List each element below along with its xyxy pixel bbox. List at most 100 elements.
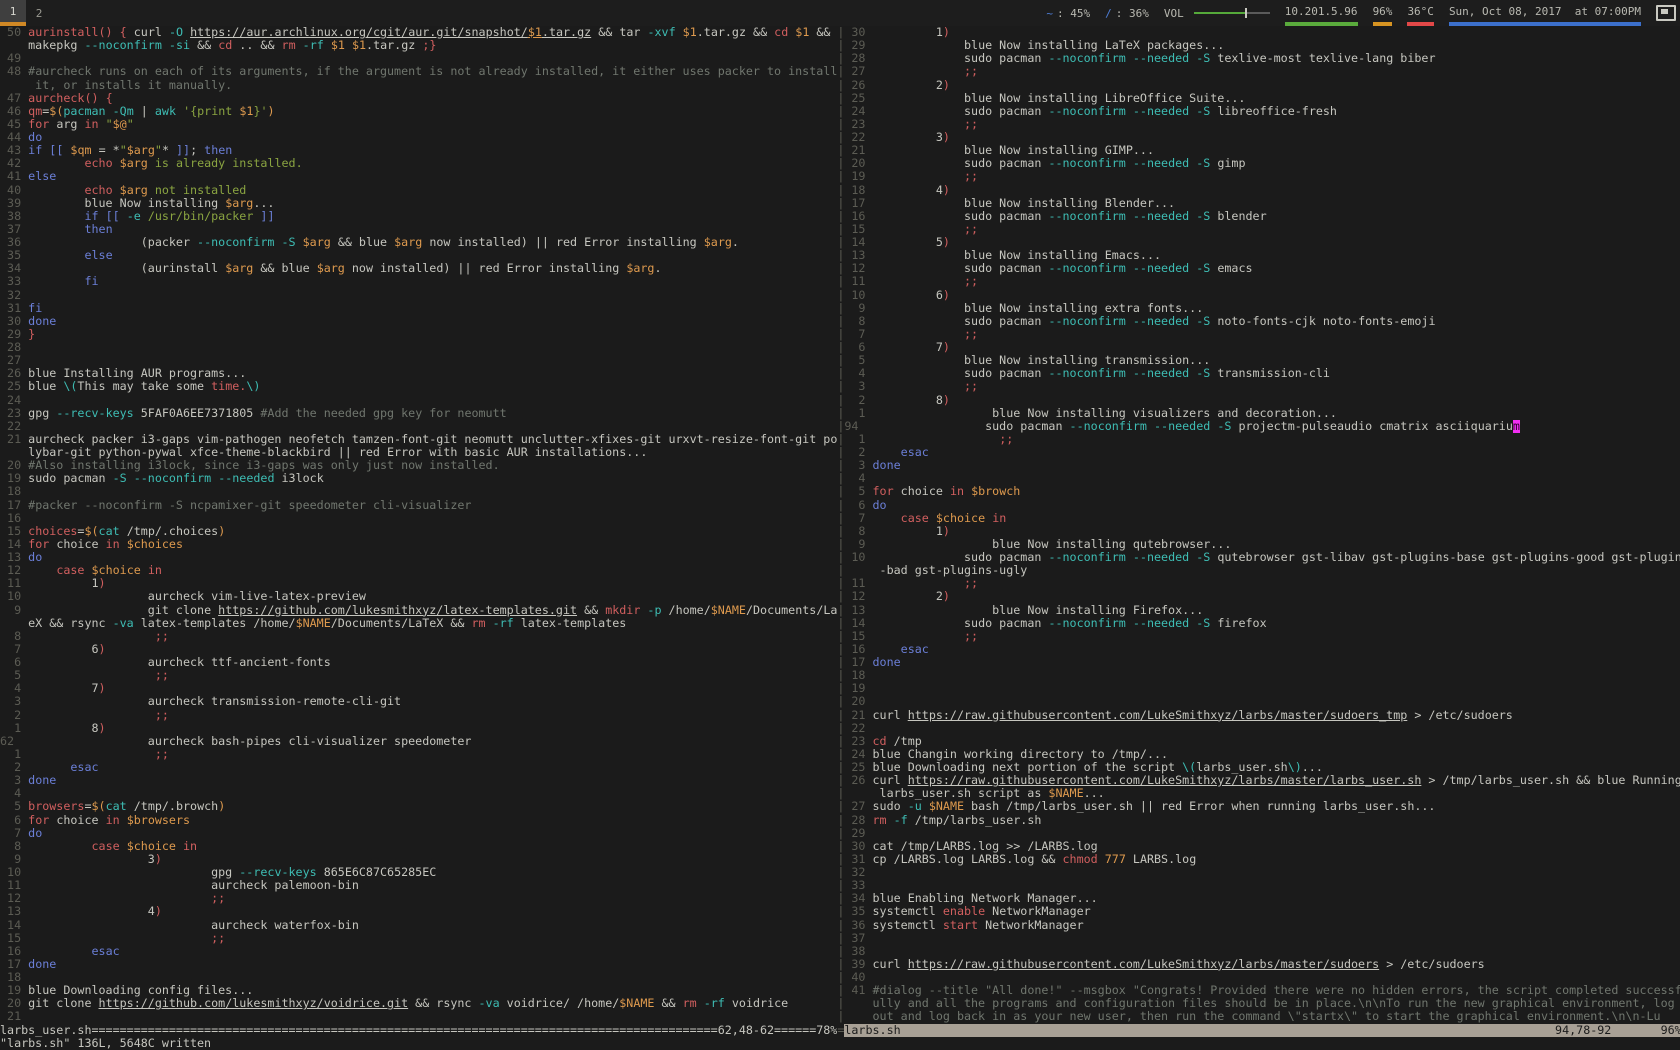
- workspace-button-1[interactable]: 1: [0, 0, 26, 26]
- split-divider: |: [837, 617, 844, 630]
- left-pane-line: 29 }: [0, 328, 837, 341]
- split-divider: |: [837, 604, 844, 617]
- volume-label: VOL: [1164, 7, 1184, 20]
- left-pane-line: 3 aurcheck transmission-remote-cli-git: [0, 695, 837, 708]
- right-pane-line: 9 blue Now installing extra fonts...: [844, 302, 1680, 315]
- code-row: 38 if [[ -e /usr/bin/packer ]]| 16 sudo …: [0, 210, 1680, 223]
- code-row: 43 if [[ $qm = *"$arg"* ]]; then| 21 blu…: [0, 144, 1680, 157]
- cpu-temperature: 36°C: [1407, 5, 1434, 18]
- right-pane-line: 19 ;;: [844, 170, 1680, 183]
- split-divider: |: [837, 525, 844, 538]
- split-divider: |: [837, 79, 844, 92]
- left-pane-line: 21 aurcheck packer i3-gaps vim-pathogen …: [0, 433, 837, 446]
- code-row: 34 (aurinstall $arg && blue $arg now ins…: [0, 262, 1680, 275]
- code-row: 21 aurcheck packer i3-gaps vim-pathogen …: [0, 433, 1680, 446]
- right-pane-line: out and log back in as your new user, th…: [844, 1010, 1680, 1023]
- code-row: 6 for choice in $browsers| 28 rm -f /tmp…: [0, 814, 1680, 827]
- right-pane-line: 23 cd /tmp: [844, 735, 1680, 748]
- right-pane-line: 39 curl https://raw.githubusercontent.co…: [844, 958, 1680, 971]
- split-divider: |: [837, 367, 844, 380]
- right-pane-line: 29: [844, 827, 1680, 840]
- code-row: 12 case $choice in| -bad gst-plugins-ugl…: [0, 564, 1680, 577]
- split-divider: |: [837, 800, 844, 813]
- split-divider: |: [837, 682, 844, 695]
- volume-slider[interactable]: [1194, 12, 1270, 14]
- left-pane-line: 8 case $choice in: [0, 840, 837, 853]
- right-pane-line: 40: [844, 971, 1680, 984]
- split-divider: |: [837, 144, 844, 157]
- split-divider: |: [837, 472, 844, 485]
- left-pane-line: 25 blue \(This may take some time.\): [0, 380, 837, 393]
- left-pane-line: 31 fi: [0, 302, 837, 315]
- split-divider: |: [837, 669, 844, 682]
- right-pane-line: 6 7): [844, 341, 1680, 354]
- date-time: Sun, Oct 08, 2017 at 07:00PM: [1449, 5, 1641, 18]
- left-pane-line: 11 1): [0, 577, 837, 590]
- split-divider: |: [837, 984, 844, 997]
- right-pane-line: 1 blue Now installing visualizers and de…: [844, 407, 1680, 420]
- split-divider: |: [837, 577, 844, 590]
- code-row: 27 | 5 blue Now installing transmission.…: [0, 354, 1680, 367]
- code-row: 17 done| 39 curl https://raw.githubuserc…: [0, 958, 1680, 971]
- split-divider: |: [837, 643, 844, 656]
- left-pane-line: 1 8): [0, 722, 837, 735]
- code-row: 23 gpg --recv-keys 5FAF0A6EE7371805 #Add…: [0, 407, 1680, 420]
- right-pane-line: 24 sudo pacman --noconfirm --needed -S l…: [844, 105, 1680, 118]
- code-row: 22 |94 sudo pacman --noconfirm --needed …: [0, 420, 1680, 433]
- code-row: 25 blue \(This may take some time.\)| 3 …: [0, 380, 1680, 393]
- left-pane-line: 10 aurcheck vim-live-latex-preview: [0, 590, 837, 603]
- volume-slider-handle[interactable]: [1245, 8, 1247, 18]
- left-pane-line: 30 done: [0, 315, 837, 328]
- split-divider: |: [837, 262, 844, 275]
- left-pane-line: 11 aurcheck palemoon-bin: [0, 879, 837, 892]
- split-divider: |: [837, 892, 844, 905]
- code-row: 9 3)| 31 cp /LARBS.log LARBS.log && chmo…: [0, 853, 1680, 866]
- split-divider: |: [837, 853, 844, 866]
- code-row: 2 ;;| 21 curl https://raw.githubusercont…: [0, 709, 1680, 722]
- right-pane-line: 22 3): [844, 131, 1680, 144]
- left-pane-line: 15 ;;: [0, 932, 837, 945]
- split-divider: |: [837, 354, 844, 367]
- split-divider: |: [837, 590, 844, 603]
- right-pane-line: 18: [844, 669, 1680, 682]
- right-pane-line: 30 cat /tmp/LARBS.log >> /LARBS.log: [844, 840, 1680, 853]
- code-row: 41 else| 19 ;;: [0, 170, 1680, 183]
- right-pane-line: 25 blue Downloading next portion of the …: [844, 761, 1680, 774]
- left-pane-line: it, or installs it manually.: [0, 79, 837, 92]
- right-pane-line: 10 sudo pacman --noconfirm --needed -S q…: [844, 551, 1680, 564]
- split-divider: |: [837, 709, 844, 722]
- ip-address-module: 10.201.5.96: [1285, 0, 1358, 26]
- code-row: 40 echo $arg not installed| 18 4): [0, 184, 1680, 197]
- right-pane-line: larbs_user.sh script as $NAME...: [844, 787, 1680, 800]
- right-pane-line: 10 6): [844, 289, 1680, 302]
- left-pane-line: 40 echo $arg not installed: [0, 184, 837, 197]
- left-pane-line: 44 do: [0, 131, 837, 144]
- code-row: 19 blue Downloading config files...| 41 …: [0, 984, 1680, 997]
- right-pane-line: 2 8): [844, 394, 1680, 407]
- left-pane-line: 9 3): [0, 853, 837, 866]
- split-divider: |: [837, 157, 844, 170]
- code-row: 10 aurcheck vim-live-latex-preview| 12 2…: [0, 590, 1680, 603]
- code-row: 46 qm=$(pacman -Qm | awk '{print $1}')| …: [0, 105, 1680, 118]
- right-pane-line: 38: [844, 945, 1680, 958]
- left-pane-line: 26 blue Installing AUR programs...: [0, 367, 837, 380]
- vim-statusline: larbs_user.sh===========================…: [0, 1024, 1680, 1037]
- split-divider: |: [837, 289, 844, 302]
- split-divider: |: [837, 380, 844, 393]
- left-pane-line: 15 choices=$(cat /tmp/.choices): [0, 525, 837, 538]
- workspace-button-2[interactable]: 2: [26, 0, 52, 26]
- left-pane-line: 27: [0, 354, 837, 367]
- right-pane-line: 30 1): [844, 26, 1680, 39]
- right-pane-line: 27 ;;: [844, 65, 1680, 78]
- battery-module: 96%: [1373, 0, 1393, 26]
- right-pane-line: 36 systemctl start NetworkManager: [844, 919, 1680, 932]
- right-pane-line: 22: [844, 722, 1680, 735]
- monitor-icon[interactable]: [1656, 5, 1676, 21]
- split-divider: |: [837, 223, 844, 236]
- split-divider: |: [837, 919, 844, 932]
- left-pane-line: 16 esac: [0, 945, 837, 958]
- disk-home-module: ~: 45%: [1046, 0, 1090, 26]
- split-divider: |: [837, 814, 844, 827]
- left-pane-line: 18: [0, 485, 837, 498]
- right-pane-line: 26 2): [844, 79, 1680, 92]
